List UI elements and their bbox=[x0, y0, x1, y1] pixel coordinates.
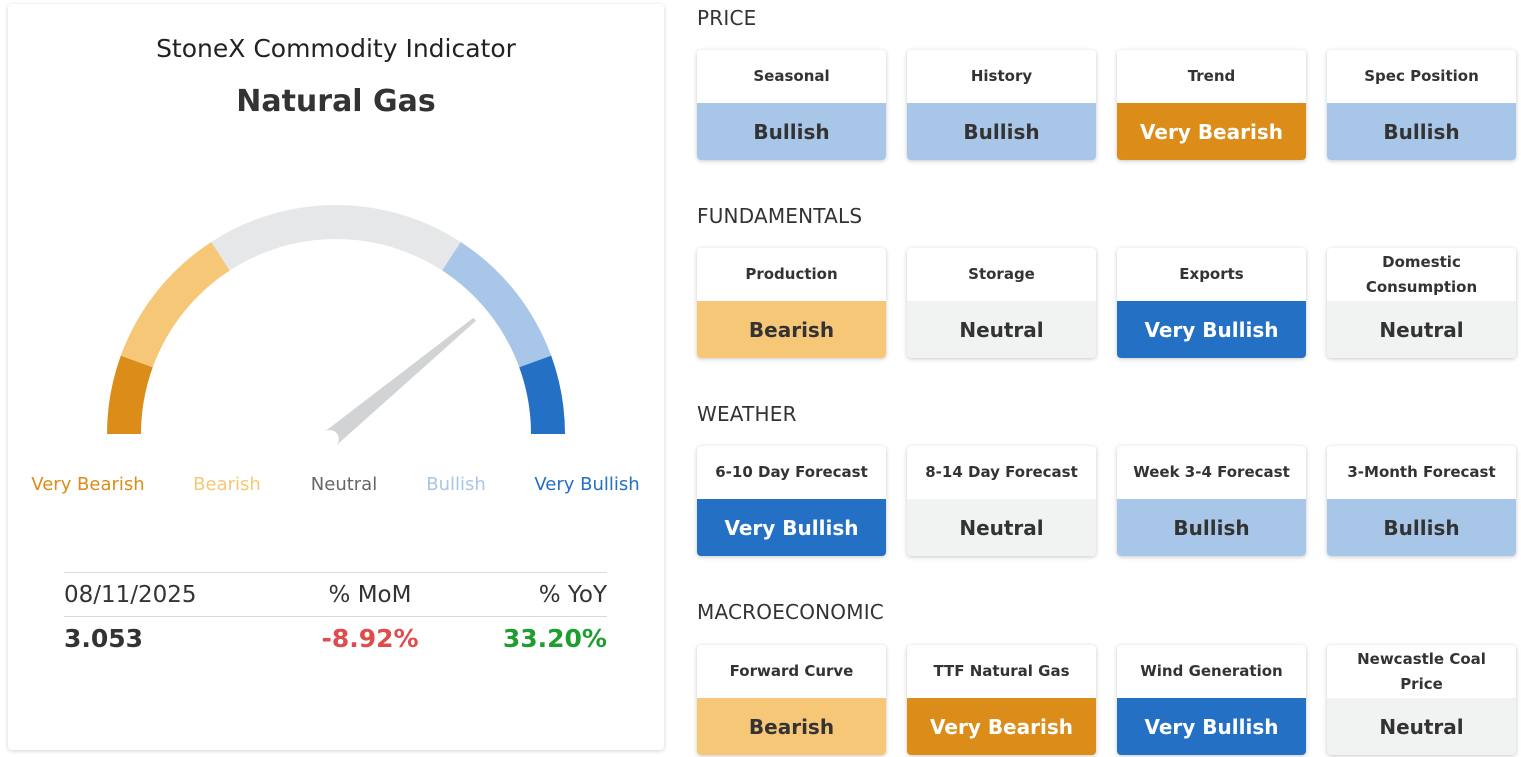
gauge-label-bearish: Bearish bbox=[193, 474, 261, 495]
factor-card-trend[interactable]: Trend Very Bearish bbox=[1117, 50, 1306, 160]
factor-card-rating: Neutral bbox=[907, 301, 1096, 358]
factor-card-label: Wind Generation bbox=[1140, 662, 1283, 680]
factor-card-label: History bbox=[970, 67, 1033, 85]
factor-card-rating: Very Bullish bbox=[1117, 301, 1306, 358]
gauge-segment-bullish bbox=[441, 241, 552, 368]
factor-card-rating: Very Bullish bbox=[1117, 698, 1306, 755]
factor-card-rating: Bearish bbox=[697, 301, 886, 358]
stats-values-row: 3.053 -8.92% 33.20% bbox=[64, 616, 607, 660]
stats-yoy-value: 33.20% bbox=[502, 624, 607, 653]
section-title-macroeconomic: MACROECONOMIC bbox=[697, 600, 884, 624]
factor-card-rating: Bullish bbox=[907, 103, 1096, 160]
factor-card-label: 3-Month Forecast bbox=[1347, 463, 1496, 481]
factor-card-domestic-consumption[interactable]: Domestic Consumption Neutral bbox=[1327, 248, 1516, 358]
factor-card-8-14-day-forecast[interactable]: 8-14 Day Forecast Neutral bbox=[907, 446, 1096, 556]
factor-card-rating: Bearish bbox=[697, 698, 886, 755]
factor-card-label: Production bbox=[745, 265, 838, 283]
gauge-label-very-bullish: Very Bullish bbox=[534, 474, 640, 495]
factor-card-label: Newcastle Coal Price bbox=[1357, 649, 1486, 693]
gauge-segment-very-bullish bbox=[519, 355, 565, 435]
factor-card-production[interactable]: Production Bearish bbox=[697, 248, 886, 358]
factor-card-label: TTF Natural Gas bbox=[933, 662, 1070, 680]
factor-card-label: 8-14 Day Forecast bbox=[925, 463, 1078, 481]
factor-card-rating: Neutral bbox=[907, 499, 1096, 556]
stats-table: 08/11/2025 % MoM % YoY 3.053 -8.92% 33.2… bbox=[64, 572, 607, 660]
factor-card-rating: Very Bearish bbox=[907, 698, 1096, 755]
factor-card-history[interactable]: History Bullish bbox=[907, 50, 1096, 160]
factor-card-spec-position[interactable]: Spec Position Bullish bbox=[1327, 50, 1516, 160]
factor-card-rating: Very Bearish bbox=[1117, 103, 1306, 160]
factor-card-ttf-natural-gas[interactable]: TTF Natural Gas Very Bearish bbox=[907, 645, 1096, 755]
stats-header-row: 08/11/2025 % MoM % YoY bbox=[64, 572, 607, 616]
factor-card-rating: Bullish bbox=[1117, 499, 1306, 556]
section-title-fundamentals: FUNDAMENTALS bbox=[697, 204, 863, 228]
factor-card-rating: Bullish bbox=[1327, 499, 1516, 556]
factor-card-label: Seasonal bbox=[753, 67, 830, 85]
factor-card-storage[interactable]: Storage Neutral bbox=[907, 248, 1096, 358]
section-title-weather: WEATHER bbox=[697, 402, 797, 426]
factor-card-wind-generation[interactable]: Wind Generation Very Bullish bbox=[1117, 645, 1306, 755]
gauge-label-neutral: Neutral bbox=[310, 474, 378, 495]
factor-card-forward-curve[interactable]: Forward Curve Bearish bbox=[697, 645, 886, 755]
gauge-needle bbox=[324, 317, 476, 447]
factor-card-3-month-forecast[interactable]: 3-Month Forecast Bullish bbox=[1327, 446, 1516, 556]
factor-card-rating: Bullish bbox=[1327, 103, 1516, 160]
factor-card-label: Exports bbox=[1179, 265, 1244, 283]
gauge-segment-bearish bbox=[120, 241, 231, 368]
gauge-label-bullish: Bullish bbox=[426, 474, 486, 495]
section-title-price: PRICE bbox=[697, 6, 757, 30]
stats-mom-value: -8.92% bbox=[321, 624, 419, 653]
factor-card-label: Storage bbox=[968, 265, 1035, 283]
factor-card-rating: Neutral bbox=[1327, 301, 1516, 358]
gauge-segment-neutral bbox=[211, 205, 461, 271]
factor-card-label: Domestic Consumption bbox=[1365, 252, 1478, 296]
factor-card-rating: Very Bullish bbox=[697, 499, 886, 556]
stats-price: 3.053 bbox=[64, 624, 144, 653]
factor-card-label: 6-10 Day Forecast bbox=[715, 463, 868, 481]
stats-mom-header: % MoM bbox=[328, 582, 412, 608]
gauge-label-very-bearish: Very Bearish bbox=[31, 474, 145, 495]
stats-yoy-header: % YoY bbox=[538, 582, 607, 608]
factor-card-exports[interactable]: Exports Very Bullish bbox=[1117, 248, 1306, 358]
factor-card-newcastle-coal-price[interactable]: Newcastle Coal Price Neutral bbox=[1327, 645, 1516, 755]
factor-card-6-10-day-forecast[interactable]: 6-10 Day Forecast Very Bullish bbox=[697, 446, 886, 556]
factor-card-label: Week 3-4 Forecast bbox=[1133, 463, 1290, 481]
factor-card-seasonal[interactable]: Seasonal Bullish bbox=[697, 50, 886, 160]
factor-card-label: Spec Position bbox=[1364, 67, 1479, 85]
factor-card-label: Trend bbox=[1187, 67, 1236, 85]
factor-card-label: Forward Curve bbox=[729, 662, 854, 680]
factor-card-rating: Neutral bbox=[1327, 698, 1516, 755]
stats-date: 08/11/2025 bbox=[64, 582, 197, 608]
gauge-segment-very-bearish bbox=[107, 355, 153, 435]
factor-card-week-3-4-forecast[interactable]: Week 3-4 Forecast Bullish bbox=[1117, 446, 1306, 556]
indicator-panel: StoneX Commodity Indicator Natural Gas V… bbox=[8, 4, 664, 750]
factor-card-rating: Bullish bbox=[697, 103, 886, 160]
